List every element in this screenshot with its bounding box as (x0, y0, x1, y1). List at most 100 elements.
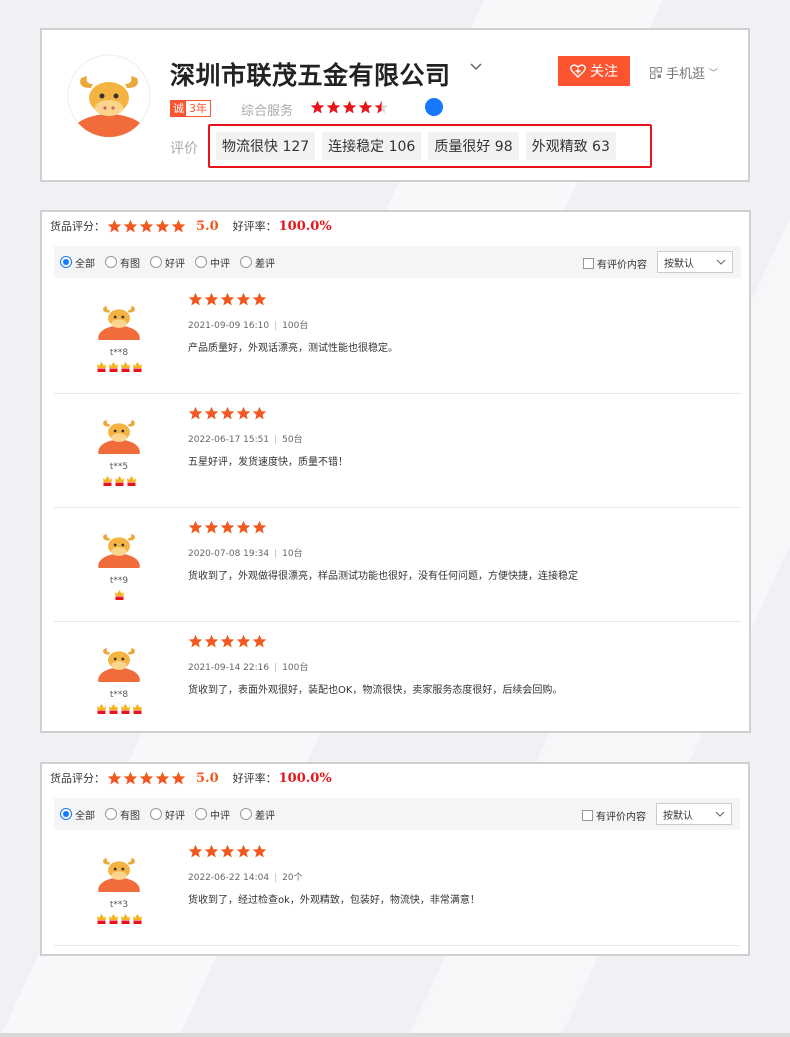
filter-bar: 全部 有图 好评 中评 差评 有评价内容 按默认 (54, 798, 740, 830)
review-meta: 2021-09-14 22:16 | 100台 (188, 660, 308, 673)
filter-positive[interactable]: 好评 (150, 807, 185, 822)
meta-separator: | (274, 435, 278, 445)
checkbox-icon[interactable] (583, 258, 594, 269)
star-icon (188, 520, 203, 534)
star-icon (188, 634, 203, 648)
review-text: 货收到了，外观做得很漂亮，样品测试功能也很好，没有任何问题，方便快捷，连接稳定 (188, 571, 578, 582)
has-content-label: 有评价内容 (596, 812, 646, 823)
filter-all[interactable]: 全部 (60, 807, 95, 822)
rate-value: 100.0% (278, 218, 332, 234)
buyer-level-badges (54, 360, 184, 373)
buyer-level-badges (54, 702, 184, 715)
filter-positive[interactable]: 好评 (150, 255, 185, 270)
radio-icon[interactable] (60, 256, 72, 268)
service-label: 综合服务 (241, 104, 294, 119)
meta-separator: | (274, 321, 278, 331)
star-icon (236, 844, 251, 858)
review-item: t**8 2021-09-14 22:16 | 100台 货收到了，表面外观很好，装… (54, 622, 741, 736)
radio-icon[interactable] (150, 808, 162, 820)
rate-label: 好评率： (232, 220, 277, 233)
sort-select[interactable]: 按默认 (657, 251, 733, 273)
star-icon (123, 771, 138, 784)
radio-icon[interactable] (60, 808, 72, 820)
star-icon (326, 100, 341, 114)
sort-select[interactable]: 按默认 (656, 803, 732, 825)
star-icon (220, 844, 235, 858)
review-item: t**5 2022-06-17 15:51 | 50台 五星好评，发货速度快，质量不… (54, 394, 741, 508)
rate-value: 100.0% (278, 770, 332, 786)
follow-label: 关注 (590, 64, 618, 80)
filter-with-images[interactable]: 有图 (105, 807, 140, 822)
star-icon (252, 406, 267, 420)
radio-icon[interactable] (105, 808, 117, 820)
review-text: 五星好评，发货速度快，质量不错！ (188, 457, 348, 468)
radio-icon[interactable] (240, 808, 252, 820)
review-date: 2020-07-08 19:34 (188, 549, 270, 559)
star-icon (171, 771, 186, 784)
review-item: t**3 2022-06-22 14:04 | 20个 货收到了，经过检查ok，外观… (54, 832, 740, 946)
eval-label: 评价 (170, 141, 198, 157)
radio-icon[interactable] (195, 808, 207, 820)
buyer-level-badges (54, 588, 184, 601)
filter-all[interactable]: 全部 (60, 255, 95, 270)
crown-medal-icon (96, 362, 106, 372)
score-row: 货品评分： 5.0 好评率： 100.0% (50, 770, 332, 786)
star-icon (220, 292, 235, 306)
review-username: t**3 (109, 900, 129, 910)
review-date: 2022-06-17 15:51 (188, 435, 270, 445)
star-icon (310, 100, 325, 114)
star-icon (204, 520, 219, 534)
shop-name[interactable]: 深圳市联茂五金有限公司 (170, 56, 451, 92)
follow-button[interactable]: 关注 (558, 56, 630, 86)
service-info-icon[interactable] (425, 98, 443, 116)
filter-label: 有图 (120, 810, 140, 822)
mobile-browse-link[interactable]: 手机逛 ﹀ (650, 63, 718, 82)
score-label: 货品评分： (50, 220, 105, 233)
user-avatar (96, 522, 142, 568)
user-avatar (96, 408, 142, 454)
filter-neutral[interactable]: 中评 (195, 255, 230, 270)
filter-bar: 全部 有图 好评 中评 差评 有评价内容 按默认 (54, 246, 741, 278)
star-icon (171, 219, 186, 232)
review-tag[interactable]: 连接稳定 106 (322, 132, 422, 160)
has-content-filter[interactable]: 有评价内容 (583, 256, 647, 271)
crown-medal-icon (114, 476, 124, 486)
rate-label: 好评率： (232, 772, 277, 785)
star-icon (252, 634, 267, 648)
filter-negative[interactable]: 差评 (240, 807, 275, 822)
crown-medal-icon (102, 476, 112, 486)
filter-neutral[interactable]: 中评 (195, 807, 230, 822)
score-value: 5.0 (196, 218, 219, 234)
shop-header-panel: 深圳市联茂五金有限公司 关注 手机逛 ﹀ 诚 3年 综合服务 评价 物流很快 1… (40, 28, 750, 182)
sort-label: 按默认 (664, 258, 694, 270)
service-rating-stars (310, 100, 389, 115)
star-icon (220, 634, 235, 648)
has-content-filter[interactable]: 有评价内容 (582, 808, 646, 823)
star-icon (139, 771, 154, 784)
review-stars (188, 406, 267, 421)
review-tag[interactable]: 物流很快 127 (216, 132, 316, 160)
star-icon (220, 406, 235, 420)
filter-negative[interactable]: 差评 (240, 255, 275, 270)
review-stars (188, 520, 267, 535)
filter-with-images[interactable]: 有图 (105, 255, 140, 270)
filter-label: 差评 (255, 810, 275, 822)
radio-icon[interactable] (240, 256, 252, 268)
star-icon (252, 292, 267, 306)
radio-icon[interactable] (195, 256, 207, 268)
crown-medal-icon (108, 704, 118, 714)
star-icon (204, 844, 219, 858)
review-tag[interactable]: 外观精致 63 (525, 132, 616, 160)
star-icon (188, 406, 203, 420)
review-tag[interactable]: 质量很好 98 (428, 132, 519, 160)
checkbox-icon[interactable] (582, 810, 593, 821)
chevron-down-icon[interactable] (469, 60, 483, 74)
chevron-down-icon (715, 811, 725, 817)
radio-icon[interactable] (105, 256, 117, 268)
filter-label: 好评 (165, 258, 185, 270)
filter-label: 有图 (120, 258, 140, 270)
radio-icon[interactable] (150, 256, 162, 268)
user-avatar (96, 636, 142, 682)
score-label: 货品评分： (50, 772, 105, 785)
qr-code-icon (650, 66, 662, 79)
